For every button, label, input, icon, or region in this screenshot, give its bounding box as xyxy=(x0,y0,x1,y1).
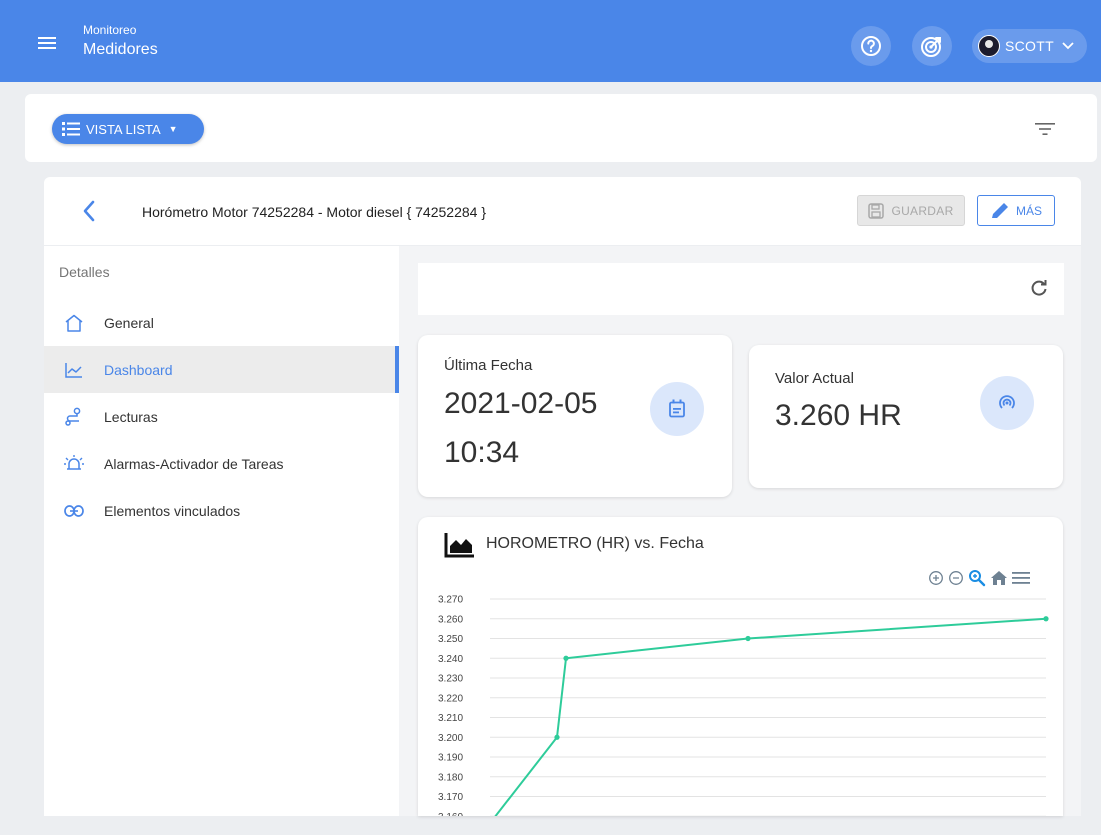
save-button[interactable]: GUARDAR xyxy=(857,195,965,226)
current-value-card: Valor Actual 3.260 HR xyxy=(749,345,1063,488)
more-label: MÁS xyxy=(1015,203,1042,218)
y-tick-label: 3.230 xyxy=(438,674,463,685)
list-icon xyxy=(62,122,80,136)
current-value: 3.260 HR xyxy=(775,399,902,432)
sidebar-item-label: Dashboard xyxy=(104,361,173,378)
y-tick-label: 3.260 xyxy=(438,614,463,625)
calendar-icon xyxy=(669,399,685,418)
sidebar-item-general[interactable]: General xyxy=(44,299,399,346)
chart-title: HOROMETRO (HR) vs. Fecha xyxy=(486,535,704,552)
target-button[interactable] xyxy=(912,26,952,66)
help-button[interactable] xyxy=(851,26,891,66)
last-date-card: Última Fecha 2021-02-05 10:34 xyxy=(418,335,732,497)
detail-body: Detalles General Dashboard Lecturas Alar… xyxy=(44,246,1081,816)
y-tick-label: 3.180 xyxy=(438,772,463,783)
target-icon xyxy=(921,37,941,57)
chart-card: HOROMETRO (HR) vs. Fecha 3.270 3.260 3.2… xyxy=(418,517,1063,816)
pencil-icon xyxy=(991,202,1008,218)
y-tick-label: 3.160 xyxy=(438,812,463,816)
section-label: Monitoreo xyxy=(83,23,137,37)
line-chart-icon xyxy=(65,362,82,378)
sidebar-item-lecturas[interactable]: Lecturas xyxy=(44,393,399,440)
y-tick-label: 3.170 xyxy=(438,792,463,803)
sidebar-item-label: General xyxy=(104,314,154,331)
link-icon xyxy=(64,504,84,517)
filter-icon[interactable] xyxy=(1035,122,1055,136)
route-icon xyxy=(65,407,81,426)
last-date-label: Última Fecha xyxy=(444,357,533,374)
sidebar-item-label: Alarmas-Activador de Tareas xyxy=(104,455,284,472)
y-tick-label: 3.190 xyxy=(438,753,463,764)
save-label: GUARDAR xyxy=(891,203,954,218)
zoom-out-icon[interactable] xyxy=(948,570,964,586)
view-mode-button[interactable]: VISTA LISTA ▼ xyxy=(52,114,204,144)
user-name: SCOTT xyxy=(1005,38,1054,54)
y-tick-label: 3.220 xyxy=(438,693,463,704)
y-tick-label: 3.240 xyxy=(438,654,463,665)
help-icon xyxy=(861,36,881,56)
calendar-badge xyxy=(650,382,704,436)
home-icon[interactable] xyxy=(990,570,1008,586)
sidebar-heading: Detalles xyxy=(59,264,110,280)
data-point[interactable] xyxy=(563,655,569,661)
page-title: Medidores xyxy=(83,41,158,58)
y-tick-label: 3.210 xyxy=(438,713,463,724)
hamburger-menu-icon[interactable] xyxy=(1012,571,1030,585)
last-time-value: 10:34 xyxy=(444,436,520,469)
y-tick-label: 3.200 xyxy=(438,733,463,744)
view-toolbar: VISTA LISTA ▼ xyxy=(25,94,1097,162)
sidebar-item-label: Elementos vinculados xyxy=(104,502,241,519)
data-point[interactable] xyxy=(1043,616,1049,622)
sidebar-item-label: Lecturas xyxy=(104,408,158,425)
caret-down-icon: ▼ xyxy=(168,124,178,134)
chevron-down-icon xyxy=(1062,42,1074,50)
current-value-label: Valor Actual xyxy=(775,370,854,387)
last-date-value: 2021-02-05 xyxy=(444,387,598,420)
home-icon xyxy=(65,314,83,332)
save-icon xyxy=(868,202,885,219)
sidebar-item-alarmas[interactable]: Alarmas-Activador de Tareas xyxy=(44,440,399,487)
menu-icon[interactable] xyxy=(38,37,56,49)
zoom-in-icon[interactable] xyxy=(928,570,944,586)
detail-header: Horómetro Motor 74252284 - Motor diesel … xyxy=(44,177,1081,245)
more-button[interactable]: MÁS xyxy=(977,195,1055,226)
sensor-icon xyxy=(999,395,1015,409)
area-chart-icon xyxy=(444,533,474,558)
user-menu[interactable]: SCOTT xyxy=(972,29,1087,63)
sidebar-item-dashboard[interactable]: Dashboard xyxy=(44,346,399,393)
y-tick-label: 3.270 xyxy=(438,595,463,606)
line-chart: 3.270 3.260 3.250 3.240 3.230 3.220 3.210 3.200… xyxy=(438,595,1049,816)
sensor-badge xyxy=(980,376,1034,430)
refresh-bar xyxy=(418,263,1064,315)
back-arrow-icon[interactable] xyxy=(82,200,96,222)
avatar xyxy=(978,35,1000,57)
top-app-bar: Monitoreo Medidores SCOTT xyxy=(0,0,1101,82)
meter-title: Horómetro Motor 74252284 - Motor diesel … xyxy=(142,204,486,220)
sidebar-item-elementos[interactable]: Elementos vinculados xyxy=(44,487,399,534)
view-mode-label: VISTA LISTA xyxy=(86,121,161,137)
data-point[interactable] xyxy=(554,734,560,740)
data-point[interactable] xyxy=(745,635,751,642)
detail-sidebar: Detalles General Dashboard Lecturas Alar… xyxy=(44,246,399,816)
alarm-icon xyxy=(64,454,84,470)
refresh-icon[interactable] xyxy=(1030,279,1048,297)
y-tick-label: 3.250 xyxy=(438,634,463,645)
